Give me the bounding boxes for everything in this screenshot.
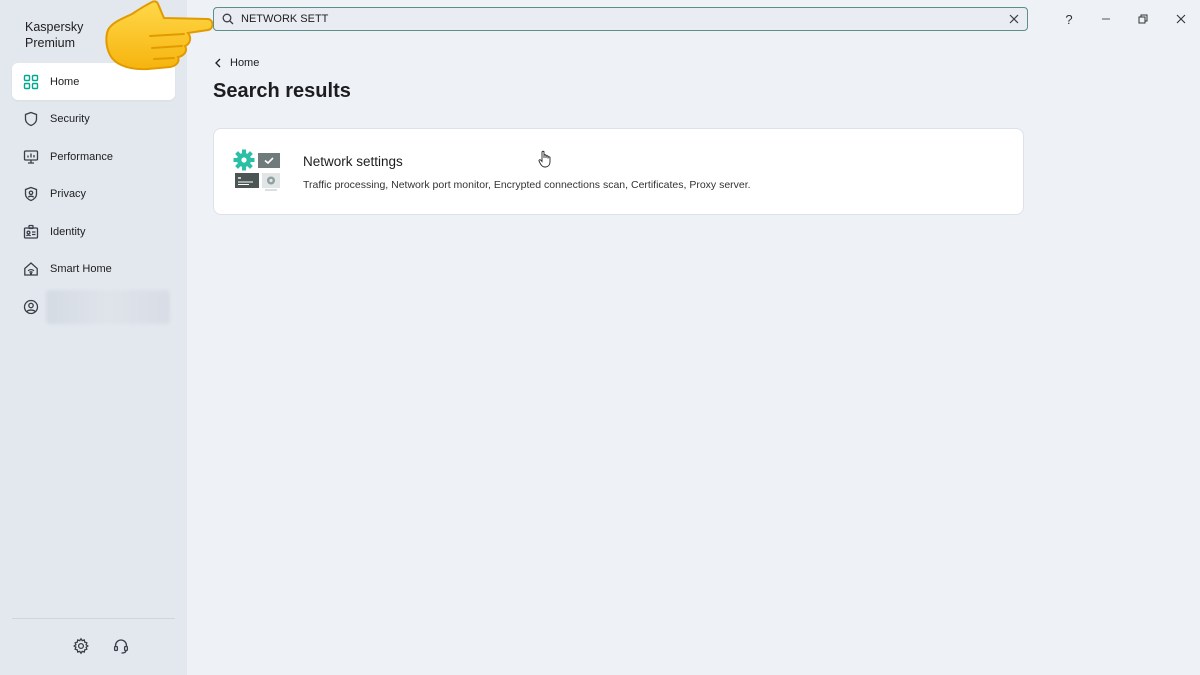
sidebar-divider [12, 618, 175, 619]
minimize-icon [1102, 18, 1110, 20]
minimize-button[interactable] [1097, 10, 1115, 28]
result-description: Traffic processing, Network port monitor… [303, 179, 751, 191]
restore-icon [1138, 14, 1148, 24]
sidebar-item-label: Identity [50, 225, 86, 238]
search-input[interactable] [241, 13, 1009, 25]
close-window-button[interactable] [1172, 10, 1190, 28]
sidebar-item-label: Home [50, 75, 80, 88]
privacy-shield-icon [23, 186, 39, 202]
hand-cursor-icon [538, 150, 551, 168]
sidebar-item-account[interactable] [12, 288, 175, 325]
back-button[interactable]: Home [214, 57, 259, 69]
restore-button[interactable] [1134, 10, 1152, 28]
sidebar-item-label: Privacy [50, 188, 87, 200]
sidebar-item-identity[interactable]: Identity [12, 213, 175, 250]
sidebar-item-privacy[interactable]: Privacy [12, 176, 175, 213]
help-button[interactable]: ? [1060, 10, 1078, 28]
app-title: Kaspersky Premium [25, 20, 84, 50]
search-result-card[interactable]: Network settings Traffic processing, Net… [213, 128, 1024, 215]
close-icon[interactable] [1009, 14, 1019, 24]
sidebar-item-security[interactable]: Security [12, 101, 175, 138]
sidebar-bottom-toolbar [72, 637, 130, 655]
grid-icon [23, 74, 39, 90]
network-settings-illustration-icon [233, 149, 280, 191]
search-icon [222, 13, 234, 25]
headset-icon[interactable] [112, 637, 130, 655]
close-icon [1176, 14, 1186, 24]
sidebar-item-performance[interactable]: Performance [12, 138, 175, 175]
sidebar-item-label: Smart Home [50, 263, 112, 275]
sidebar-item-smart-home[interactable]: Smart Home [12, 251, 175, 288]
sidebar-nav: Home Security Performance Privacy Identi… [12, 63, 175, 326]
smart-home-icon [23, 261, 39, 277]
back-label: Home [230, 57, 260, 69]
sidebar-item-label: Security [50, 113, 90, 125]
sidebar: Kaspersky Premium Home Security Performa… [0, 0, 187, 675]
id-card-icon [23, 224, 39, 240]
account-name-redacted [46, 289, 170, 324]
pointing-hand-icon [105, 0, 214, 71]
gear-icon[interactable] [72, 637, 90, 655]
search-bar[interactable] [213, 7, 1028, 31]
result-title: Network settings [303, 154, 403, 169]
chevron-left-icon [215, 58, 221, 68]
shield-icon [23, 111, 39, 127]
monitor-icon [23, 149, 39, 165]
page-title: Search results [213, 80, 351, 102]
user-circle-icon [23, 299, 39, 315]
sidebar-item-label: Performance [50, 150, 113, 163]
